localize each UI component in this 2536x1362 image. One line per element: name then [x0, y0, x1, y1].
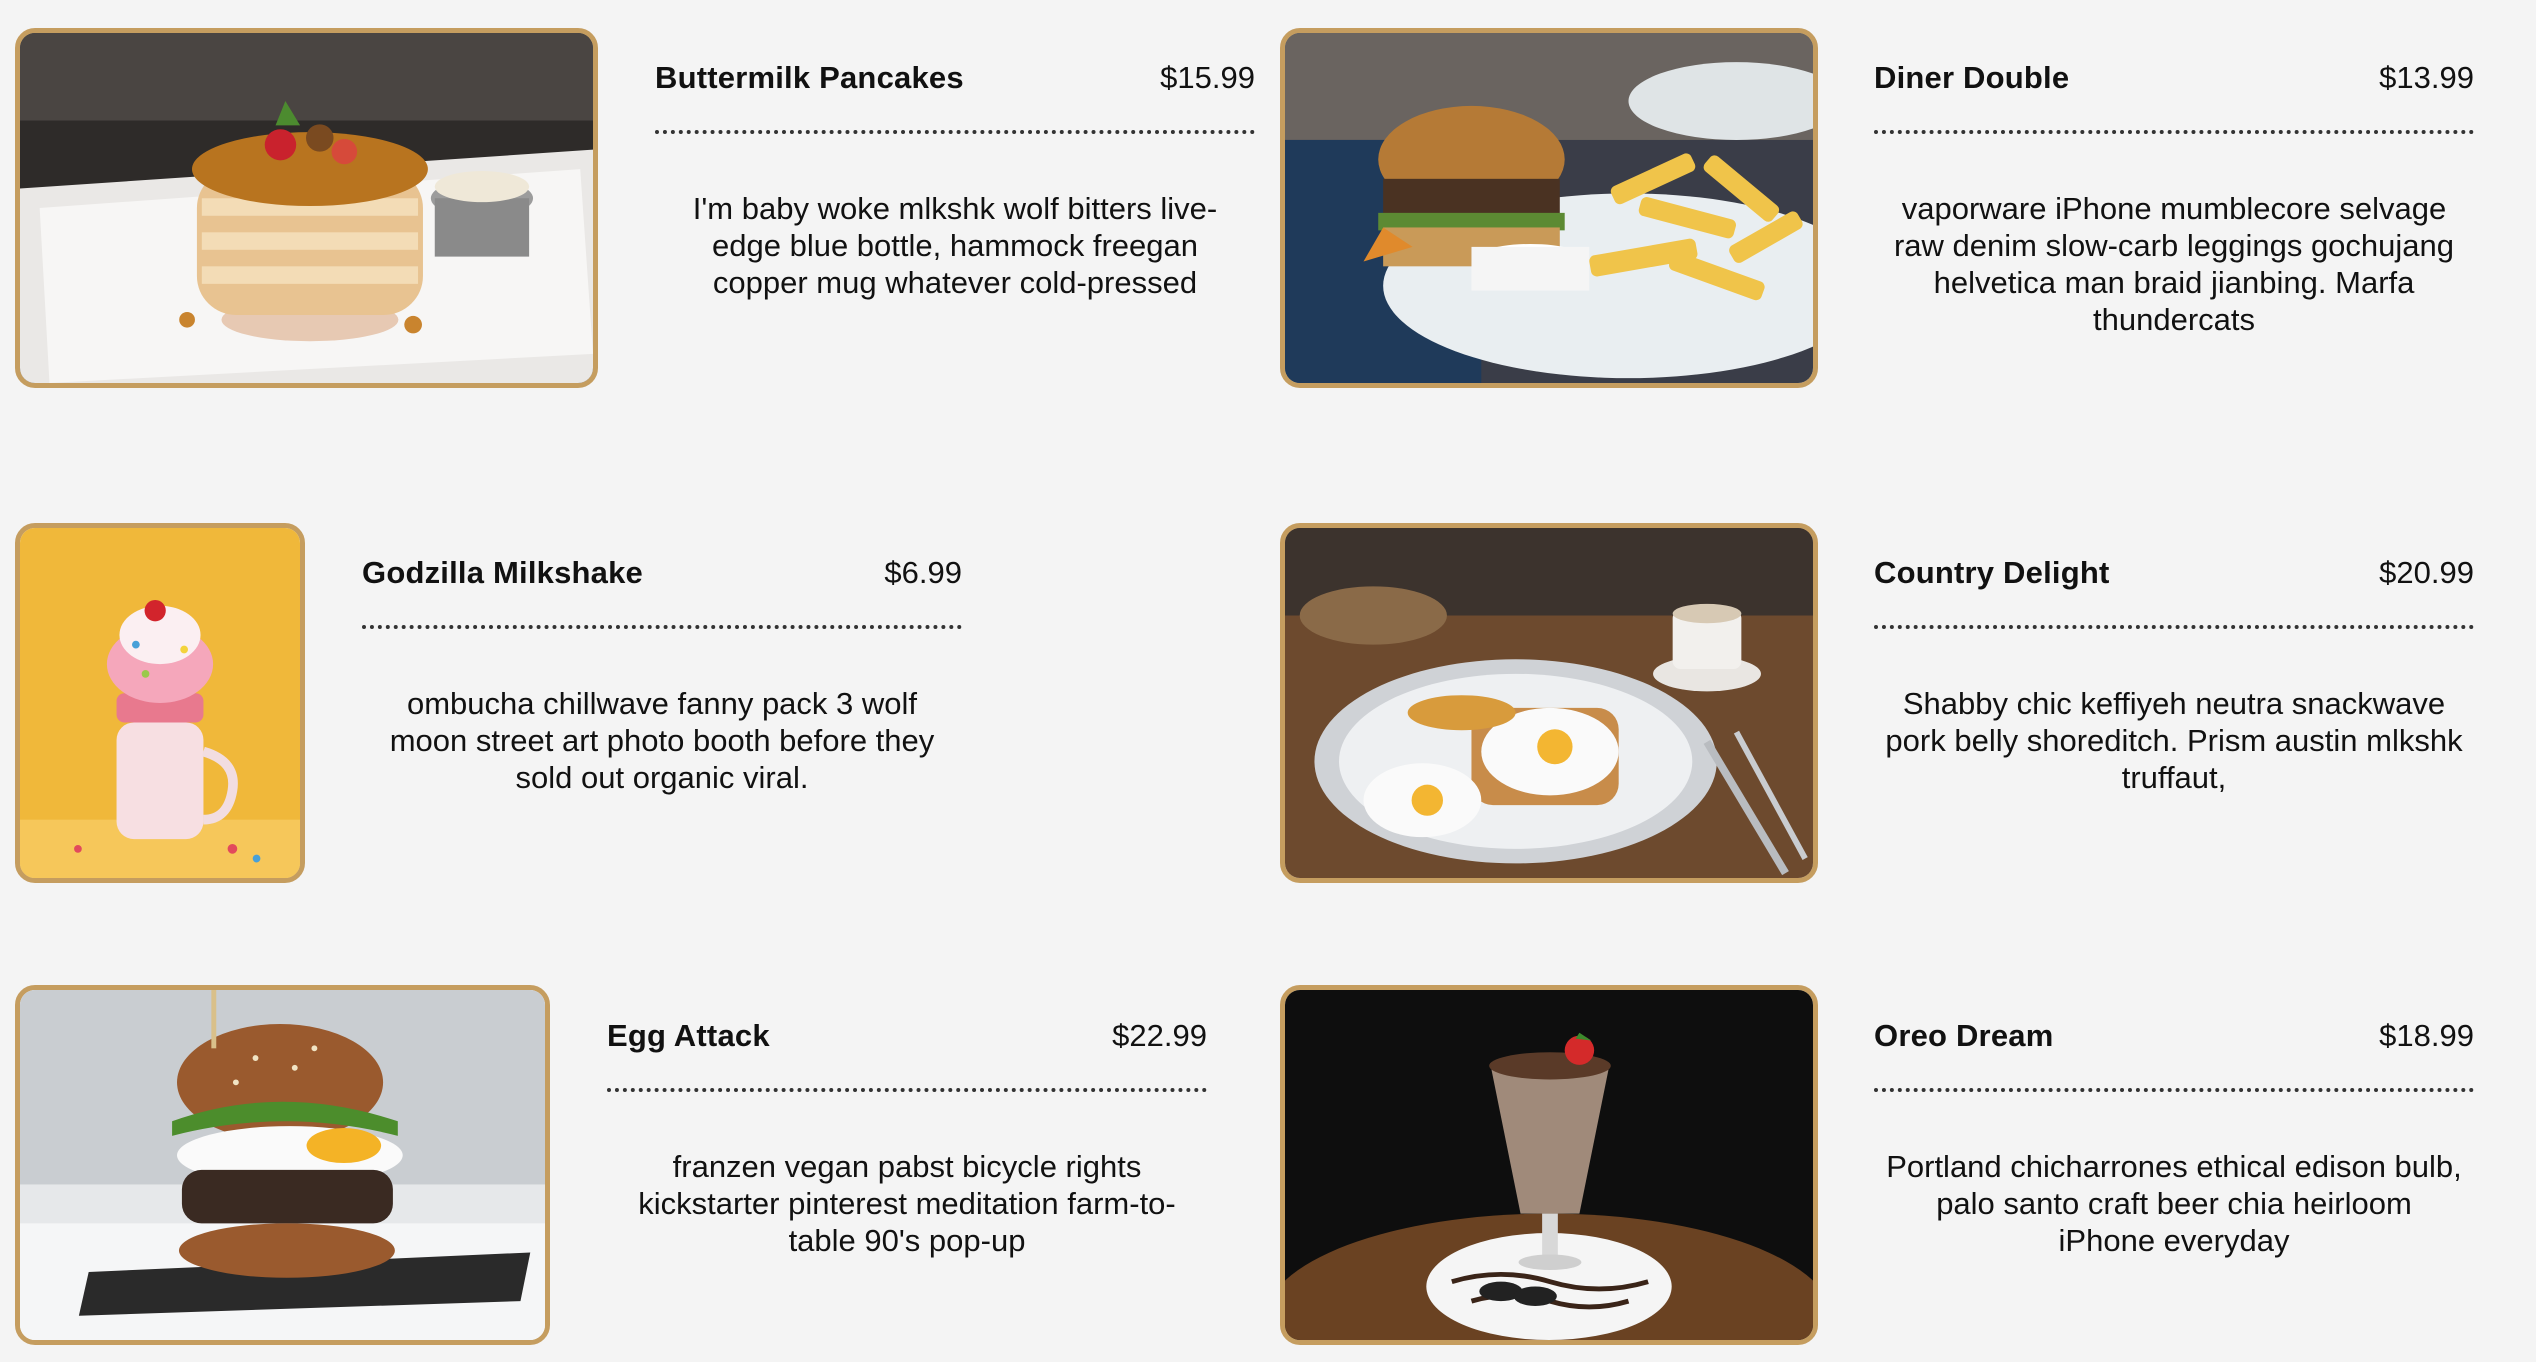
menu-item-title: Egg Attack	[607, 1018, 770, 1053]
menu-item-header: Godzilla Milkshake $6.99	[362, 495, 962, 629]
menu-item-description: franzen vegan pabst bicycle rights kicks…	[638, 1149, 1176, 1258]
menu-item-info: Godzilla Milkshake $6.99 ombucha chillwa…	[362, 495, 962, 895]
oreo-shake-photo	[1280, 985, 1818, 1345]
menu-item-price: $13.99	[2379, 60, 2474, 95]
menu-item-description: I'm baby woke mlkshk wolf bitters live-e…	[692, 191, 1218, 300]
menu-item-price: $20.99	[2379, 555, 2474, 590]
menu-item-title: Country Delight	[1874, 555, 2110, 590]
menu-item-info: Buttermilk Pancakes $15.99 I'm baby woke…	[655, 0, 1255, 400]
menu-item-description: Shabby chic keffiyeh neutra snackwave po…	[1885, 686, 2463, 795]
menu-item-header: Egg Attack $22.99	[607, 958, 1207, 1092]
menu-item-title: Diner Double	[1874, 60, 2070, 95]
burger-fries-photo	[1280, 28, 1818, 388]
menu-item-header: Buttermilk Pancakes $15.99	[655, 0, 1255, 134]
menu-item-description: Portland chicharrones ethical edison bul…	[1886, 1149, 2462, 1258]
menu-item-info: Egg Attack $22.99 franzen vegan pabst bi…	[607, 958, 1207, 1358]
menu-item-price: $18.99	[2379, 1018, 2474, 1053]
menu-item-price: $6.99	[884, 555, 962, 590]
menu-item-description: vaporware iPhone mumblecore selvage raw …	[1893, 191, 2455, 337]
menu-item-price: $22.99	[1112, 1018, 1207, 1053]
menu-item-info: Country Delight $20.99 Shabby chic keffi…	[1874, 495, 2474, 895]
menu-item-header: Diner Double $13.99	[1874, 0, 2474, 134]
eggs-toast-photo	[1280, 523, 1818, 883]
menu-item-description: ombucha chillwave fanny pack 3 wolf moon…	[389, 686, 935, 795]
milkshake-photo	[15, 523, 305, 883]
egg-burger-photo	[15, 985, 550, 1345]
menu-item-header: Country Delight $20.99	[1874, 495, 2474, 629]
pancakes-photo	[15, 28, 598, 388]
menu-item-price: $15.99	[1160, 60, 1255, 95]
menu-item-info: Oreo Dream $18.99 Portland chicharrones …	[1874, 958, 2474, 1358]
menu-item-info: Diner Double $13.99 vaporware iPhone mum…	[1874, 0, 2474, 400]
menu-item-title: Oreo Dream	[1874, 1018, 2054, 1053]
menu-item-title: Godzilla Milkshake	[362, 555, 643, 590]
menu-item-header: Oreo Dream $18.99	[1874, 958, 2474, 1092]
menu-item-title: Buttermilk Pancakes	[655, 60, 964, 95]
